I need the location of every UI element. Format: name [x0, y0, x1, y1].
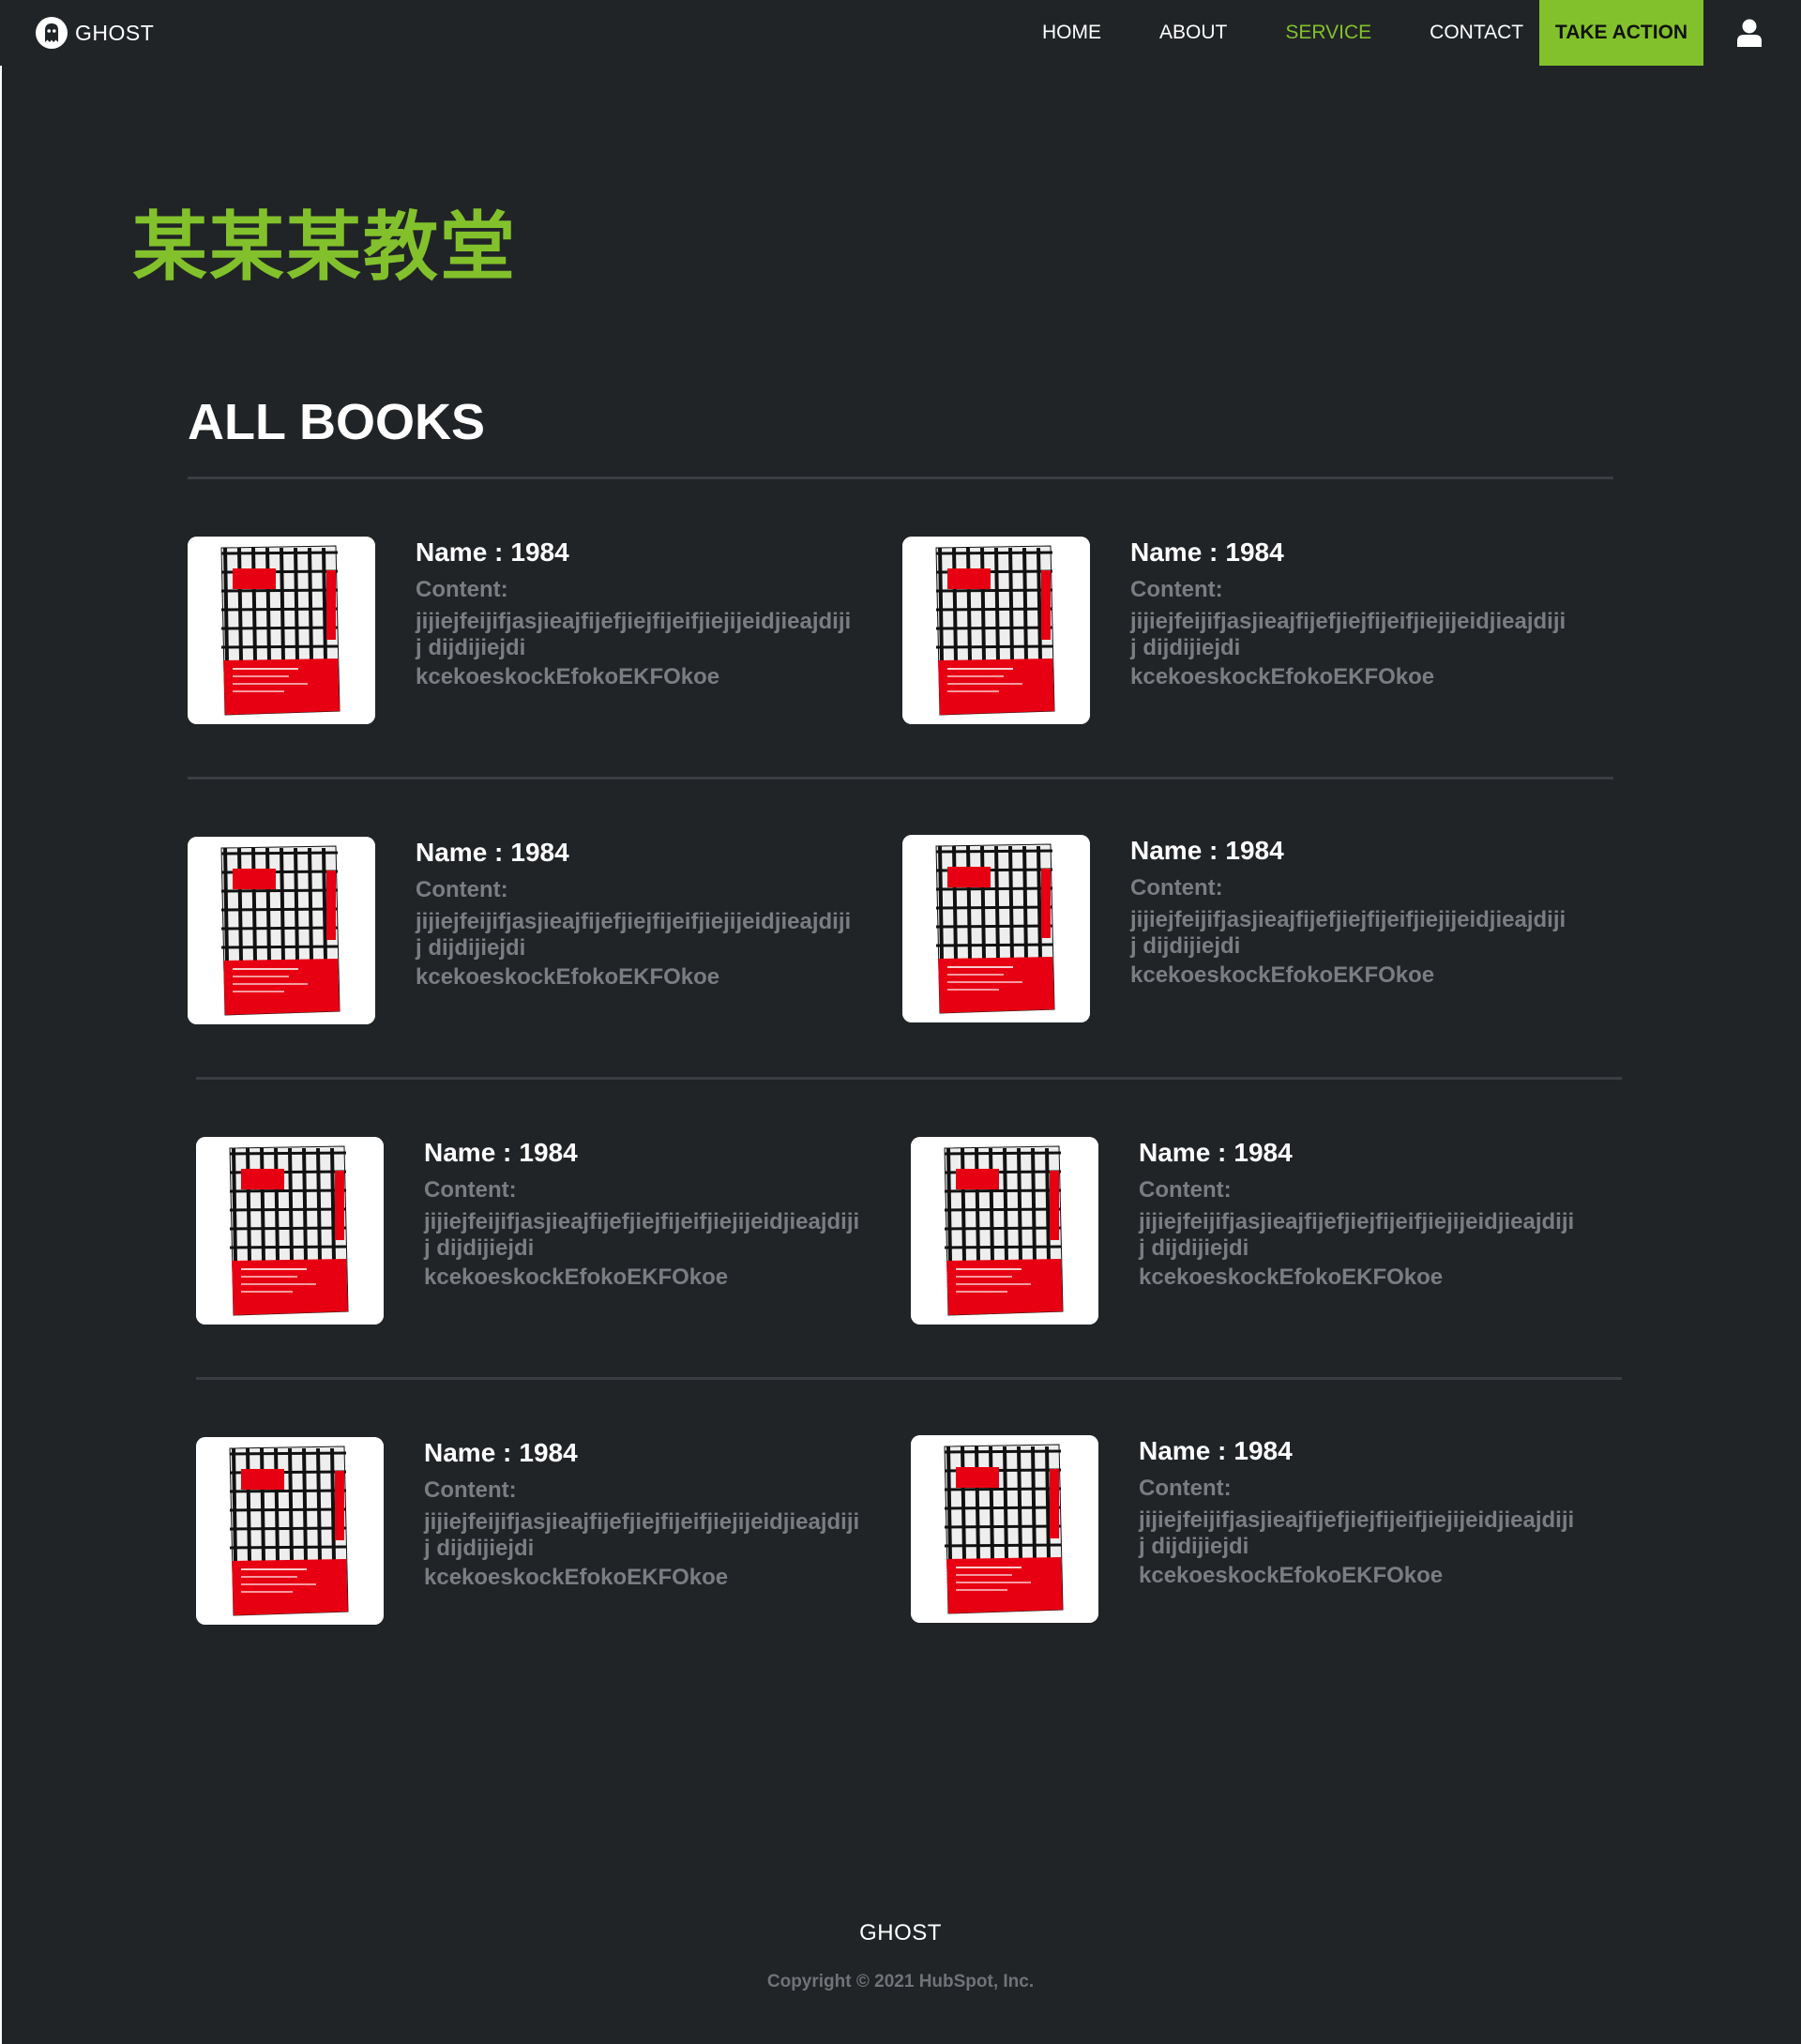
divider-row-1 — [188, 777, 1613, 780]
book-card: Name :1984 Content: jijiejfeijifjasjieajfi… — [902, 835, 1566, 1022]
book-cover-image[interactable] — [188, 837, 375, 1024]
book-name-label: Name : — [1139, 1138, 1227, 1167]
book-info: Name :1984 Content: jijiejfeijifjasjieajfi… — [416, 837, 856, 993]
book-name-label: Name : — [424, 1438, 512, 1467]
page-left-edge — [0, 0, 2, 2044]
book-name-value: 1984 — [510, 537, 569, 567]
book-content-text-2: kcekoeskockEfokoEKFOkoe — [424, 1565, 729, 1590]
book-info: Name :1984 Content: jijiejfeijifjasjieajfi… — [1130, 835, 1571, 992]
book-content-text: jijiejfeijifjasjieajfijefjiejfijeifjieji… — [1139, 1209, 1575, 1261]
book-info: Name :1984 Content: jijiejfeijifjasjieajfi… — [424, 1137, 865, 1294]
divider-top — [188, 477, 1613, 479]
book-cover-image[interactable] — [902, 835, 1090, 1022]
book-cover-image[interactable] — [911, 1137, 1098, 1325]
book-name[interactable]: Name :1984 — [1130, 835, 1571, 867]
book-name-value: 1984 — [1225, 537, 1284, 567]
book-content-text: jijiejfeijifjasjieajfijefjiejfijeifjieji… — [424, 1509, 860, 1561]
ghost-logo-icon — [36, 17, 68, 49]
book-info: Name :1984 Content: jijiejfeijifjasjieajfi… — [416, 537, 856, 693]
book-content-label: Content: — [424, 1177, 517, 1203]
nav-link-about[interactable]: ABOUT — [1130, 0, 1256, 66]
book-name[interactable]: Name :1984 — [416, 837, 856, 869]
book-content-label: Content: — [1130, 875, 1223, 901]
book-name-label: Name : — [424, 1138, 512, 1167]
book-content-text-2: kcekoeskockEfokoEKFOkoe — [416, 964, 720, 990]
book-name-label: Name : — [1130, 836, 1218, 865]
book-content-label: Content: — [1139, 1177, 1232, 1203]
book-info: Name :1984 Content: jijiejfeijifjasjieajfi… — [1139, 1435, 1580, 1592]
book-content-text: jijiejfeijifjasjieajfijefjiejfijeifjieji… — [1130, 609, 1566, 660]
book-content-text-2: kcekoeskockEfokoEKFOkoe — [424, 1264, 729, 1290]
nav-links: HOME ABOUT SERVICE CONTACT — [1013, 0, 1552, 66]
book-card: Name :1984 Content: jijiejfeijifjasjieajfi… — [188, 537, 851, 724]
brand-name: GHOST — [75, 20, 155, 45]
footer-brand: GHOST — [859, 1920, 942, 1946]
book-cover-image[interactable] — [196, 1437, 384, 1625]
book-name-label: Name : — [1139, 1436, 1227, 1465]
book-name-value: 1984 — [519, 1138, 578, 1167]
book-content-text-2: kcekoeskockEfokoEKFOkoe — [1139, 1563, 1444, 1588]
book-content-text-2: kcekoeskockEfokoEKFOkoe — [1130, 962, 1435, 988]
page-title: 某某某教堂 — [132, 204, 517, 291]
book-name-value: 1984 — [1233, 1436, 1293, 1465]
section-title: ALL BOOKS — [188, 394, 486, 450]
footer-copyright: Copyright © 2021 HubSpot, Inc. — [766, 1972, 1035, 1991]
take-action-button[interactable]: TAKE ACTION — [1539, 0, 1703, 66]
book-info: Name :1984 Content: jijiejfeijifjasjieajfi… — [1130, 537, 1571, 693]
divider-row-2 — [196, 1077, 1622, 1080]
book-name[interactable]: Name :1984 — [1139, 1435, 1580, 1467]
user-icon[interactable] — [1737, 19, 1762, 47]
book-content-text: jijiejfeijifjasjieajfijefjiejfijeifjieji… — [416, 909, 852, 961]
book-content-text: jijiejfeijifjasjieajfijefjiejfijeifjieji… — [424, 1209, 860, 1261]
book-cover-image[interactable] — [196, 1137, 384, 1325]
book-name[interactable]: Name :1984 — [424, 1137, 865, 1169]
navbar: GHOST HOME ABOUT SERVICE CONTACT TAKE AC… — [0, 0, 1801, 66]
book-name[interactable]: Name :1984 — [416, 537, 856, 568]
book-name-value: 1984 — [1233, 1138, 1293, 1167]
book-cover-image[interactable] — [911, 1435, 1098, 1623]
book-content-text-2: kcekoeskockEfokoEKFOkoe — [416, 664, 720, 689]
nav-link-home[interactable]: HOME — [1013, 0, 1130, 66]
book-card: Name :1984 Content: jijiejfeijifjasjieajfi… — [911, 1137, 1574, 1325]
book-content-label: Content: — [416, 577, 508, 602]
book-content-text-2: kcekoeskockEfokoEKFOkoe — [1130, 664, 1435, 689]
book-name-value: 1984 — [510, 838, 569, 867]
book-content-label: Content: — [416, 877, 508, 902]
book-content-label: Content: — [1139, 1476, 1232, 1501]
book-name[interactable]: Name :1984 — [1139, 1137, 1580, 1169]
book-content-text-2: kcekoeskockEfokoEKFOkoe — [1139, 1264, 1444, 1290]
book-name-value: 1984 — [1225, 836, 1284, 865]
book-name[interactable]: Name :1984 — [424, 1437, 865, 1469]
nav-link-service[interactable]: SERVICE — [1256, 0, 1400, 66]
book-card: Name :1984 Content: jijiejfeijifjasjieajfi… — [196, 1137, 859, 1325]
nav-link-contact[interactable]: CONTACT — [1400, 0, 1552, 66]
book-name-value: 1984 — [519, 1438, 578, 1467]
book-card: Name :1984 Content: jijiejfeijifjasjieajfi… — [196, 1437, 859, 1625]
book-content-label: Content: — [424, 1477, 517, 1503]
brand-logo-link[interactable]: GHOST — [36, 16, 154, 50]
book-info: Name :1984 Content: jijiejfeijifjasjieajfi… — [1139, 1137, 1580, 1294]
book-card: Name :1984 Content: jijiejfeijifjasjieajfi… — [188, 837, 851, 1024]
book-name[interactable]: Name :1984 — [1130, 537, 1571, 568]
book-name-label: Name : — [416, 838, 504, 867]
book-info: Name :1984 Content: jijiejfeijifjasjieajfi… — [424, 1437, 865, 1594]
divider-row-3 — [196, 1377, 1622, 1380]
book-cover-image[interactable] — [188, 537, 375, 724]
book-content-text: jijiejfeijifjasjieajfijefjiejfijeifjieji… — [1130, 907, 1566, 959]
book-name-label: Name : — [416, 537, 504, 567]
book-name-label: Name : — [1130, 537, 1218, 567]
book-content-text: jijiejfeijifjasjieajfijefjiejfijeifjieji… — [416, 609, 852, 660]
book-card: Name :1984 Content: jijiejfeijifjasjieajfi… — [911, 1435, 1574, 1623]
book-content-label: Content: — [1130, 577, 1223, 602]
book-content-text: jijiejfeijifjasjieajfijefjiejfijeifjieji… — [1139, 1507, 1575, 1559]
book-card: Name :1984 Content: jijiejfeijifjasjieajfi… — [902, 537, 1566, 724]
book-cover-image[interactable] — [902, 537, 1090, 724]
